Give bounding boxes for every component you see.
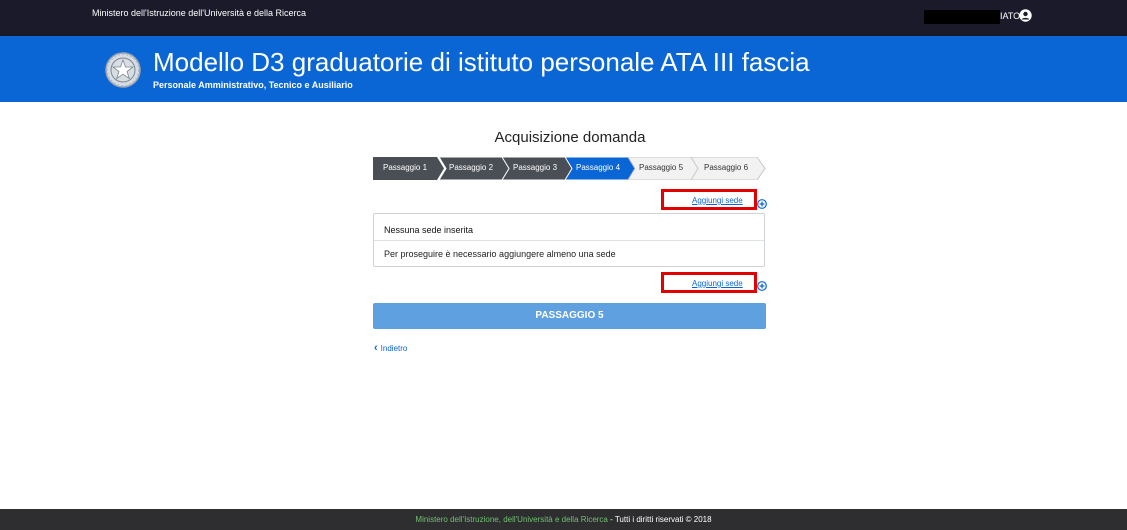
footer-copyright: - Tutti i diritti riservati © 2018 [607,515,712,524]
back-link-label: Indietro [380,344,408,353]
redacted-username [924,10,1000,24]
app-header: Modello D3 graduatorie di istituto perso… [0,36,1127,102]
top-bar: Ministero dell'Istruzione dell'Universit… [0,0,1127,36]
footer-ministry-link[interactable]: Ministero dell'Istruzione, dell'Universi… [415,515,607,524]
page-subtitle: Personale Amministrativo, Tecnico e Ausi… [153,80,353,90]
step-label: Passaggio 5 [639,163,684,172]
panel-message: Per proseguire è necessario aggiungere a… [384,249,616,259]
chevron-left-icon: ‹ [374,342,378,354]
step-label: Passaggio 6 [704,163,749,172]
user-circle-icon[interactable] [1019,9,1032,27]
back-link[interactable]: ‹ Indietro [374,342,407,354]
empty-sede-panel: Nessuna sede inserita Per proseguire è n… [373,213,765,267]
section-heading: Acquisizione domanda [494,129,646,146]
plus-circle-icon[interactable] [757,196,767,214]
step-label: Passaggio 1 [383,163,428,172]
republic-emblem-icon [104,51,142,94]
user-label[interactable]: IATO [1000,11,1020,21]
page-title: Modello D3 graduatorie di istituto perso… [153,47,810,77]
panel-title: Nessuna sede inserita [384,225,474,235]
add-sede-link-top[interactable]: Aggiungi sede [692,196,743,205]
plus-circle-icon[interactable] [757,278,767,296]
step-label: Passaggio 3 [513,163,558,172]
step-label: Passaggio 2 [449,163,494,172]
ministry-name: Ministero dell'Istruzione dell'Universit… [92,8,307,18]
next-step-button[interactable]: PASSAGGIO 5 [373,303,766,329]
step-label: Passaggio 4 [576,163,621,172]
add-sede-link-bottom[interactable]: Aggiungi sede [692,279,743,288]
page-footer: Ministero dell'Istruzione, dell'Universi… [0,509,1127,530]
panel-divider [374,240,764,241]
